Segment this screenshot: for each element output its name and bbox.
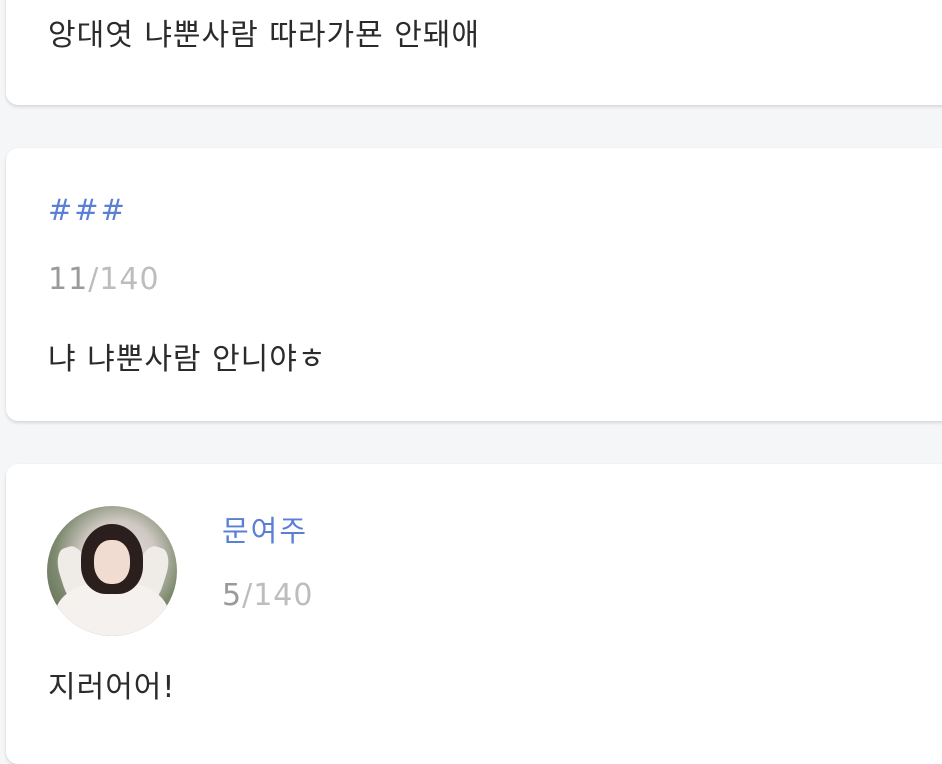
char-count-max: /140 — [88, 262, 160, 297]
avatar-face — [94, 540, 130, 584]
avatar[interactable] — [47, 506, 177, 636]
char-count-current: 11 — [48, 262, 89, 297]
post-message: 앙대엿 냐뿐사람 따라가묜 안돼애 — [48, 18, 481, 53]
post-card: 앙대엿 냐뿐사람 따라가묜 안돼애 — [6, 0, 942, 105]
post-message: 지러어어! — [48, 670, 176, 705]
author-name[interactable]: ### — [48, 193, 127, 227]
post-message: 냐 냐뿐사람 안니야ㅎ — [48, 342, 327, 377]
char-count: 11/140 — [48, 262, 160, 297]
author-name[interactable]: 문여주 — [222, 508, 308, 550]
char-count: 5/140 — [222, 578, 313, 613]
post-card: 문여주 5/140 지러어어! — [6, 464, 942, 764]
char-count-max: /140 — [242, 578, 314, 613]
post-card: ### 11/140 냐 냐뿐사람 안니야ㅎ — [6, 148, 942, 421]
char-count-current: 5 — [222, 578, 243, 613]
